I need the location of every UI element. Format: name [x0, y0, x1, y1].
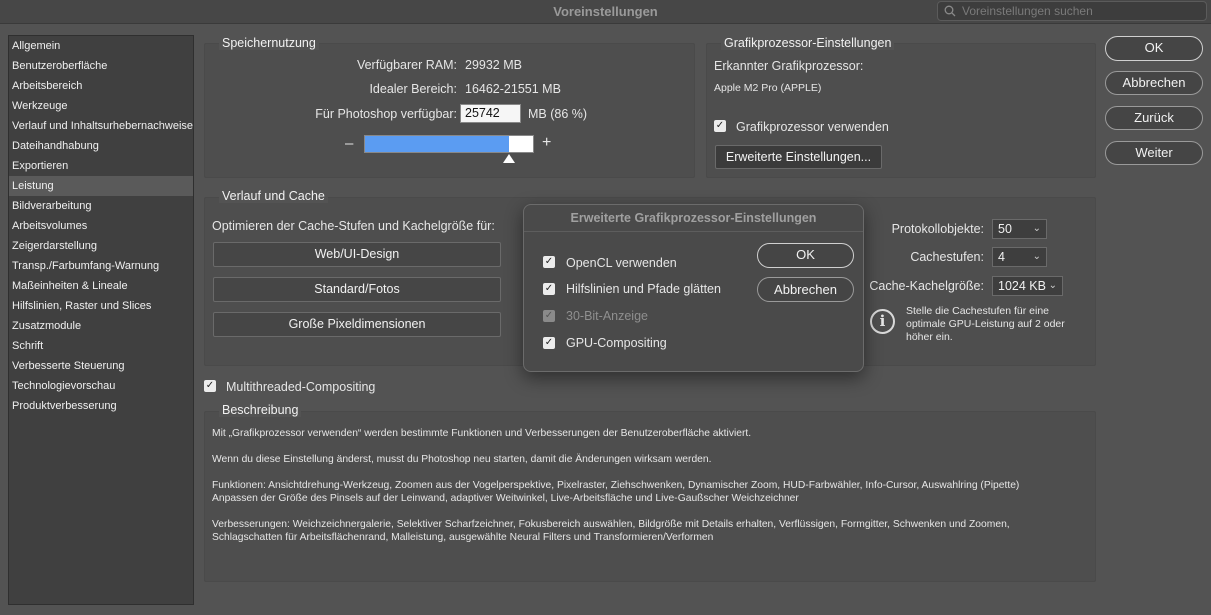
30bit-display-checkbox: ✓ [543, 310, 555, 322]
sidebar-item-arbeitsvolumes[interactable]: Arbeitsvolumes [9, 216, 193, 236]
back-button[interactable]: Zurück [1105, 106, 1203, 130]
history-states-value: 50 [998, 222, 1012, 236]
opencl-checkbox[interactable]: ✓ [543, 256, 555, 268]
30bit-display-label: 30-Bit-Anzeige [566, 309, 648, 323]
title-bar: Voreinstellungen Voreinstellungen suchen [0, 0, 1211, 24]
cache-group-title: Verlauf und Cache [219, 189, 328, 203]
chevron-down-icon: ⌄ [1048, 280, 1057, 291]
cache-levels-select[interactable]: 4 ⌄ [992, 247, 1047, 267]
sidebar-item-dateihandhabung[interactable]: Dateihandhabung [9, 136, 193, 156]
sidebar-item-bildverarbeitung[interactable]: Bildverarbeitung [9, 196, 193, 216]
sidebar-item-verbesserte-steuerung[interactable]: Verbesserte Steuerung [9, 356, 193, 376]
search-placeholder: Voreinstellungen suchen [962, 4, 1093, 18]
multithreaded-compositing-checkbox[interactable]: ✓ [204, 380, 216, 392]
sidebar-item-arbeitsbereich[interactable]: Arbeitsbereich [9, 76, 193, 96]
ideal-range-value: 16462-21551 MB [465, 82, 561, 96]
preferences-sidebar: Allgemein Benutzeroberfläche Arbeitsbere… [8, 35, 194, 605]
cache-tile-size-label: Cache-Kachelgröße: [869, 279, 984, 293]
photoshop-ram-unit: MB (86 %) [528, 107, 588, 121]
ram-slider-fill [365, 136, 510, 152]
sidebar-item-technologievorschau[interactable]: Technologievorschau [9, 376, 193, 396]
sidebar-item-produktverbesserung[interactable]: Produktverbesserung [9, 396, 193, 416]
standard-photos-button[interactable]: Standard/Fotos [213, 277, 501, 302]
advanced-gpu-dialog: Erweiterte Grafikprozessor-Einstellungen… [523, 204, 864, 372]
sidebar-item-verlauf[interactable]: Verlauf und Inhaltsurhebernachweise [9, 116, 193, 136]
sidebar-item-schrift[interactable]: Schrift [9, 336, 193, 356]
cache-levels-value: 4 [998, 250, 1005, 264]
detected-gpu-value: Apple M2 Pro (APPLE) [714, 82, 822, 94]
gpu-compositing-label: GPU-Compositing [566, 336, 667, 350]
large-pixel-dimensions-button[interactable]: Große Pixeldimensionen [213, 312, 501, 337]
cancel-button[interactable]: Abbrechen [1105, 71, 1203, 95]
available-ram-label: Verfügbarer RAM: [356, 58, 457, 72]
available-ram-value: 29932 MB [465, 58, 522, 72]
description-features-line-1: Funktionen: Ansichtdrehung-Werkzeug, Zoo… [212, 480, 1020, 491]
web-ui-design-button[interactable]: Web/UI-Design [213, 242, 501, 267]
ram-slider-thumb[interactable] [503, 154, 515, 163]
ram-increase-button[interactable]: + [542, 134, 551, 152]
sidebar-item-werkzeuge[interactable]: Werkzeuge [9, 96, 193, 116]
photoshop-ram-label: Für Photoshop verfügbar: [315, 107, 457, 121]
description-group-title: Beschreibung [219, 403, 302, 417]
cache-tile-size-value: 1024 KB [998, 279, 1046, 293]
advanced-settings-button[interactable]: Erweiterte Einstellungen... [715, 145, 882, 169]
sidebar-item-benutzeroberflaeche[interactable]: Benutzeroberfläche [9, 56, 193, 76]
description-paragraph-1: Mit „Grafikprozessor verwenden“ werden b… [212, 428, 752, 439]
sidebar-item-transp-warnung[interactable]: Transp./Farbumfang-Warnung [9, 256, 193, 276]
antialias-guides-checkbox[interactable]: ✓ [543, 283, 555, 295]
ok-button[interactable]: OK [1105, 36, 1203, 61]
search-icon [944, 5, 956, 17]
dialog-ok-button[interactable]: OK [757, 243, 854, 268]
description-paragraph-2: Wenn du diese Einstellung änderst, musst… [212, 454, 712, 465]
next-button[interactable]: Weiter [1105, 141, 1203, 165]
memory-group-title: Speichernutzung [219, 36, 319, 50]
sidebar-item-leistung[interactable]: Leistung [9, 176, 193, 196]
dialog-divider [524, 231, 863, 232]
history-states-label: Protokollobjekte: [891, 222, 984, 236]
cache-levels-label: Cachestufen: [910, 250, 984, 264]
ram-decrease-button[interactable]: – [345, 135, 353, 152]
use-gpu-label: Grafikprozessor verwenden [736, 120, 889, 134]
dialog-cancel-button[interactable]: Abbrechen [757, 277, 854, 302]
photoshop-ram-input[interactable]: 25742 [460, 104, 521, 123]
gpu-compositing-checkbox[interactable]: ✓ [543, 337, 555, 349]
sidebar-item-allgemein[interactable]: Allgemein [9, 36, 193, 56]
detected-gpu-label: Erkannter Grafikprozessor: [714, 59, 864, 73]
description-features-line-2: Anpassen der Größe des Pinsels auf der L… [212, 493, 799, 504]
cache-tile-size-select[interactable]: 1024 KB ⌄ [992, 276, 1063, 296]
history-states-select[interactable]: 50 ⌄ [992, 219, 1047, 239]
cache-info-text: Stelle die Cachestufen für eine optimale… [906, 305, 1065, 343]
description-improvements-line-1: Verbesserungen: Weichzeichnergalerie, Se… [212, 519, 1010, 530]
sidebar-item-zeigerdarstellung[interactable]: Zeigerdarstellung [9, 236, 193, 256]
sidebar-item-hilfslinien[interactable]: Hilfslinien, Raster und Slices [9, 296, 193, 316]
info-icon: i [870, 309, 895, 334]
description-improvements-line-2: Schlagschatten für Arbeitsflächenrand, M… [212, 532, 714, 543]
ram-slider[interactable] [364, 135, 534, 153]
opencl-label: OpenCL verwenden [566, 256, 677, 270]
search-input[interactable]: Voreinstellungen suchen [937, 1, 1207, 21]
sidebar-item-masseinheiten[interactable]: Maßeinheiten & Lineale [9, 276, 193, 296]
chevron-down-icon: ⌄ [1032, 251, 1041, 262]
cache-optimize-label: Optimieren der Cache-Stufen und Kachelgr… [212, 219, 495, 233]
chevron-down-icon: ⌄ [1032, 223, 1041, 234]
use-gpu-checkbox[interactable]: ✓ [714, 120, 726, 132]
gpu-group-title: Grafikprozessor-Einstellungen [721, 36, 895, 50]
antialias-guides-label: Hilfslinien und Pfade glätten [566, 282, 721, 296]
advanced-gpu-dialog-title: Erweiterte Grafikprozessor-Einstellungen [570, 211, 817, 225]
ideal-range-label: Idealer Bereich: [369, 82, 457, 96]
multithreaded-compositing-label: Multithreaded-Compositing [226, 380, 376, 394]
sidebar-item-zusatzmodule[interactable]: Zusatzmodule [9, 316, 193, 336]
sidebar-item-exportieren[interactable]: Exportieren [9, 156, 193, 176]
